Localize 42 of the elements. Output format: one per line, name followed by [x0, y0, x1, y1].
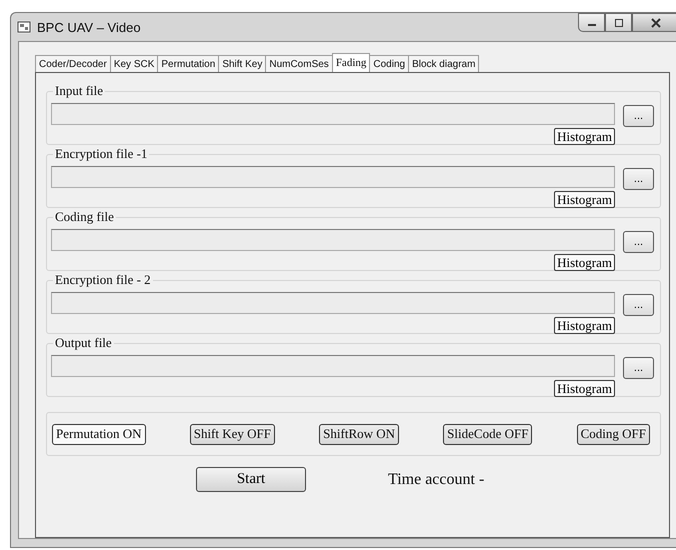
- maximize-icon: [614, 18, 624, 26]
- group-title: Output file: [53, 335, 114, 351]
- tab[interactable]: Key SCK: [110, 55, 158, 72]
- tab[interactable]: Block diagram: [408, 55, 480, 72]
- tab[interactable]: Shift Key: [218, 55, 266, 72]
- file-path-field[interactable]: [51, 103, 615, 125]
- group-title: Encryption file - 2: [53, 272, 153, 288]
- tab[interactable]: Fading: [332, 53, 370, 72]
- close-button[interactable]: [632, 13, 676, 32]
- file-path-field[interactable]: [51, 292, 615, 314]
- toggle-button[interactable]: Coding OFF: [576, 424, 650, 444]
- histogram-button[interactable]: Histogram: [554, 380, 615, 397]
- group-title: Coding file: [53, 209, 116, 225]
- toggle-button[interactable]: Permutation ON: [52, 424, 146, 444]
- file-path-field[interactable]: [51, 229, 615, 251]
- browse-button[interactable]: ...: [623, 105, 654, 127]
- close-icon: [650, 18, 662, 28]
- start-button[interactable]: Start: [196, 467, 306, 492]
- file-path-field[interactable]: [51, 355, 615, 377]
- histogram-button[interactable]: Histogram: [554, 128, 615, 145]
- histogram-button[interactable]: Histogram: [554, 191, 615, 208]
- minimize-button[interactable]: [578, 13, 605, 32]
- tab[interactable]: NumComSes: [265, 55, 333, 72]
- tab[interactable]: Coding: [369, 55, 410, 72]
- browse-button[interactable]: ...: [623, 357, 654, 379]
- browse-button[interactable]: ...: [623, 294, 654, 316]
- tab[interactable]: Coder/Decoder: [35, 55, 111, 72]
- group-title: Input file: [53, 83, 106, 99]
- toggle-button[interactable]: SlideCode OFF: [443, 424, 532, 444]
- browse-button[interactable]: ...: [623, 231, 654, 253]
- toggle-button[interactable]: ShiftRow ON: [319, 424, 400, 444]
- browse-button[interactable]: ...: [623, 168, 654, 190]
- maximize-button[interactable]: [605, 13, 632, 32]
- toggle-button[interactable]: Shift Key OFF: [190, 424, 276, 444]
- window-icon: [17, 20, 31, 34]
- histogram-button[interactable]: Histogram: [554, 254, 615, 271]
- group-title: Encryption file -1: [53, 146, 150, 162]
- file-path-field[interactable]: [51, 166, 615, 188]
- histogram-button[interactable]: Histogram: [554, 317, 615, 334]
- window-title: BPC UAV – Video: [37, 20, 141, 34]
- time-label: Time account -: [388, 470, 484, 488]
- tab[interactable]: Permutation: [157, 55, 220, 72]
